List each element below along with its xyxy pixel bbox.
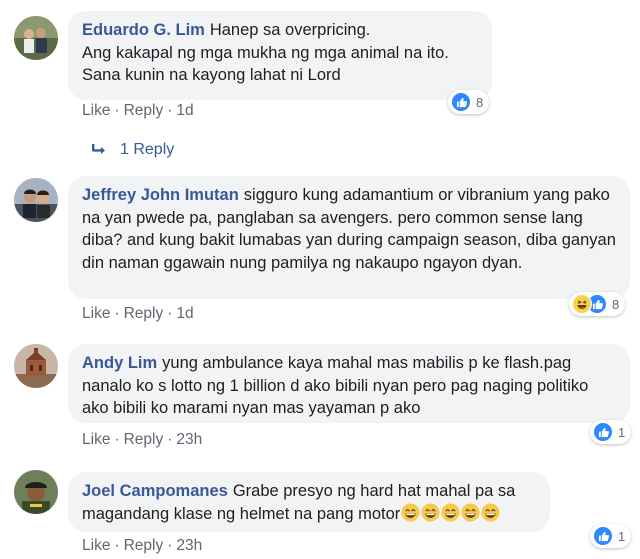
comment-actions: Like · Reply · 23h xyxy=(82,431,202,449)
like-icon xyxy=(593,526,613,546)
grinning-face-icon xyxy=(401,502,420,522)
grinning-face-icon xyxy=(461,502,480,522)
comment-bubble: Joel Campomanes Grabe presyo ng hard hat … xyxy=(68,472,550,532)
comment-actions: Like · Reply · 1d xyxy=(82,102,194,120)
separator-dot: · xyxy=(167,537,173,554)
comment-text-line: Ang kakapal ng mga mukha ng mga animal n… xyxy=(82,43,449,62)
separator-dot: · xyxy=(167,305,173,322)
comment-author[interactable]: Joel Campomanes xyxy=(82,482,228,500)
reaction-summary[interactable]: 1 xyxy=(590,420,632,444)
reaction-summary[interactable]: 8 xyxy=(448,90,490,114)
reaction-count: 1 xyxy=(618,528,626,544)
comment-bubble: Eduardo G. Lim Hanep sa overpricing. Ang … xyxy=(68,11,492,100)
replies-count-label: 1 Reply xyxy=(120,141,175,158)
comment-actions: Like · Reply · 23h xyxy=(82,537,202,555)
reply-arrow-icon xyxy=(92,144,105,154)
like-link[interactable]: Like xyxy=(82,431,110,448)
comment-text-line: Hanep sa overpricing. xyxy=(209,21,371,39)
comment-bubble: Andy Lim yung ambulance kaya mahal mas ma… xyxy=(68,344,630,423)
reaction-summary[interactable]: 8 xyxy=(569,292,626,316)
comment-author[interactable]: Andy Lim xyxy=(82,354,157,372)
comment-timestamp[interactable]: 1d xyxy=(176,102,193,119)
comment-author[interactable]: Jeffrey John Imutan xyxy=(82,186,239,204)
haha-icon xyxy=(572,294,592,314)
like-icon xyxy=(593,422,613,442)
reaction-summary[interactable]: 1 xyxy=(590,524,632,548)
grinning-face-icon xyxy=(421,502,440,522)
reaction-count: 1 xyxy=(618,424,626,440)
avatar[interactable] xyxy=(14,178,58,222)
separator-dot: · xyxy=(167,431,173,448)
view-replies-link[interactable]: 1 Reply xyxy=(90,141,174,159)
grinning-face-icon xyxy=(481,502,500,522)
avatar[interactable] xyxy=(14,16,58,60)
emoji-group xyxy=(400,502,500,523)
reaction-count: 8 xyxy=(612,296,620,312)
comment-timestamp[interactable]: 1d xyxy=(176,305,193,322)
comment-bubble: Jeffrey John Imutan sigguro kung adamanti… xyxy=(68,176,630,299)
separator-dot: · xyxy=(114,431,120,448)
comment-actions: Like · Reply · 1d xyxy=(82,305,194,323)
comment-text: yung ambulance kaya mahal mas mabilis p … xyxy=(82,354,589,417)
separator-dot: · xyxy=(114,102,120,119)
comment-timestamp[interactable]: 23h xyxy=(176,431,202,448)
separator-dot: · xyxy=(114,537,120,554)
comment-author[interactable]: Eduardo G. Lim xyxy=(82,21,205,39)
comment-text-line: Sana kunin na kayong lahat ni Lord xyxy=(82,66,341,84)
like-icon xyxy=(451,92,471,112)
avatar[interactable] xyxy=(14,470,58,514)
avatar[interactable] xyxy=(14,344,58,388)
like-link[interactable]: Like xyxy=(82,537,110,554)
comment-timestamp[interactable]: 23h xyxy=(176,537,202,554)
like-link[interactable]: Like xyxy=(82,102,110,119)
separator-dot: · xyxy=(114,305,120,322)
grinning-face-icon xyxy=(441,502,460,522)
reply-link[interactable]: Reply xyxy=(124,537,164,554)
reaction-count: 8 xyxy=(476,94,484,110)
separator-dot: · xyxy=(167,102,173,119)
like-link[interactable]: Like xyxy=(82,305,110,322)
reply-link[interactable]: Reply xyxy=(124,102,164,119)
reply-link[interactable]: Reply xyxy=(124,305,164,322)
reply-link[interactable]: Reply xyxy=(124,431,164,448)
